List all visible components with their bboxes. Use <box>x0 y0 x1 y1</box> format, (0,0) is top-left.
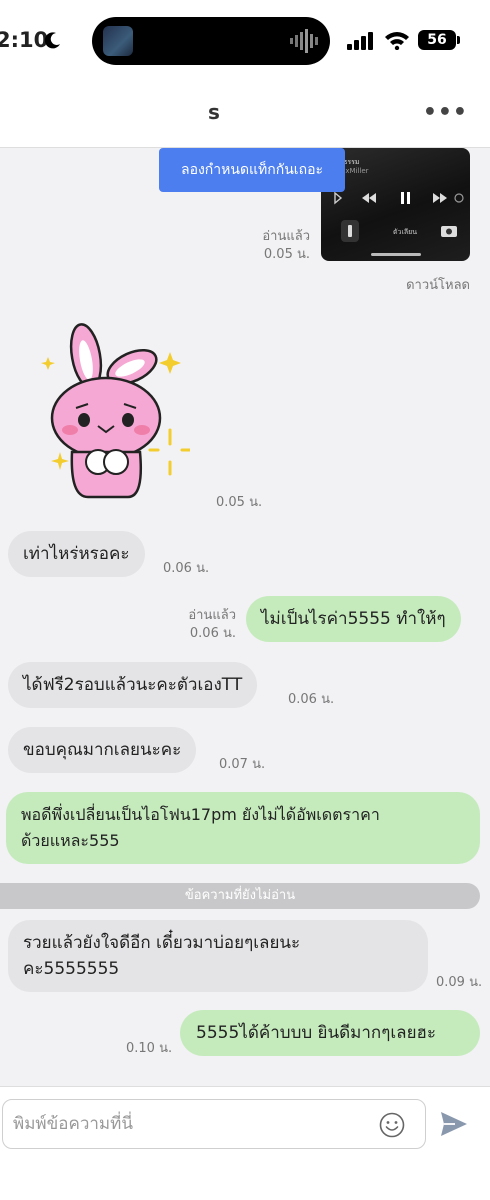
battery-level: 56 <box>427 32 447 48</box>
message-text: ขอบคุณมากเลยนะคะ <box>23 740 182 760</box>
incoming-message-bubble[interactable]: ขอบคุณมากเลยนะคะ <box>8 727 197 773</box>
message-time: 0.07 น. <box>219 757 266 772</box>
message-time: 0.05 น. <box>216 495 263 510</box>
message-text: เท่าไหร่หรอคะ <box>23 544 130 564</box>
status-time: 2:10 <box>0 28 49 52</box>
flashlight-icon <box>341 220 359 242</box>
message-time: 0.05 น. <box>263 247 310 262</box>
outgoing-message-bubble[interactable]: ไม่เป็นไรค่า5555 ทำให้ๆ <box>246 596 461 642</box>
playback-controls-icon <box>334 191 464 205</box>
emoji-icon[interactable] <box>379 1112 405 1138</box>
dynamic-island[interactable] <box>92 17 330 65</box>
unread-divider: ข้อความที่ยังไม่อ่าน <box>0 883 480 909</box>
more-options-icon[interactable]: ••• <box>423 100 468 125</box>
incoming-message-bubble[interactable]: รวยแล้วยังใจดีอีก เดี๋ยวมาบ่อยๆเลยนะ คะ5… <box>8 920 428 992</box>
message-input-bar <box>0 1086 490 1200</box>
read-receipt: อ่านแล้ว 0.06 น. <box>166 607 236 643</box>
message-text: พอดีพึ่งเปลี่ยนเป็นไอโฟน17pm ยังไม่ได้อั… <box>21 805 380 824</box>
message-text: 5555ได้ค้าบบบ ยินดีมากๆเลยฮะ <box>196 1023 437 1043</box>
tag-suggestion-tooltip[interactable]: ลองกำหนดแท็กกันเถอะ <box>159 148 345 192</box>
read-label: อ่านแล้ว <box>262 229 310 244</box>
pink-bunny-sticker[interactable] <box>40 322 190 502</box>
home-indicator <box>371 253 421 256</box>
message-text: รวยแล้วยังใจดีอีก เดี๋ยวมาบ่อยๆเลยนะ <box>23 933 301 953</box>
now-playing-artwork <box>103 26 133 56</box>
battery-cap-icon <box>457 36 460 44</box>
wifi-icon <box>385 32 409 50</box>
outgoing-message-bubble[interactable]: 5555ได้ค้าบบบ ยินดีมากๆเลยฮะ <box>180 1010 480 1056</box>
incoming-message-bubble[interactable]: เท่าไหร่หรอคะ <box>8 531 145 577</box>
read-receipt: อ่านแล้ว 0.05 น. <box>240 228 310 264</box>
message-time: 0.06 น. <box>163 561 210 576</box>
preview-control-label: ตัวเลียน <box>393 228 418 236</box>
camera-icon <box>441 226 457 237</box>
status-bar: 2:10 56 <box>0 0 490 84</box>
message-time: 0.06 น. <box>288 692 335 707</box>
incoming-message-bubble[interactable]: ได้ฟรี2รอบแล้วนะคะตัวเองTT <box>8 662 258 708</box>
read-label: อ่านแล้ว <box>188 608 236 623</box>
outgoing-message-bubble[interactable]: พอดีพึ่งเปลี่ยนเป็นไอโฟน17pm ยังไม่ได้อั… <box>6 792 480 864</box>
cellular-signal-icon <box>347 32 373 50</box>
message-text: ไม่เป็นไรค่า5555 ทำให้ๆ <box>261 609 446 629</box>
send-icon[interactable] <box>440 1111 468 1137</box>
audio-waveform-icon <box>290 29 318 53</box>
battery-indicator: 56 <box>418 30 456 50</box>
chat-area[interactable]: ไม่ธรรม MaxMiller ตัวเลียน ลองกำหนดแท็กก… <box>0 148 490 1086</box>
message-time: 0.10 น. <box>126 1041 173 1056</box>
download-link[interactable]: ดาวน์โหลด <box>406 274 470 295</box>
message-text: คะ5555555 <box>23 959 120 979</box>
chat-header: s ••• <box>0 84 490 148</box>
message-text: ได้ฟรี2รอบแล้วนะคะตัวเองTT <box>23 675 243 695</box>
message-time: 0.09 น. <box>436 975 483 990</box>
chat-title[interactable]: s <box>0 100 428 124</box>
moon-icon <box>44 32 60 49</box>
message-input-container[interactable] <box>2 1099 426 1149</box>
message-input[interactable] <box>13 1110 363 1138</box>
message-text: ด้วยแหละ555 <box>21 831 120 850</box>
message-time: 0.06 น. <box>189 626 236 641</box>
